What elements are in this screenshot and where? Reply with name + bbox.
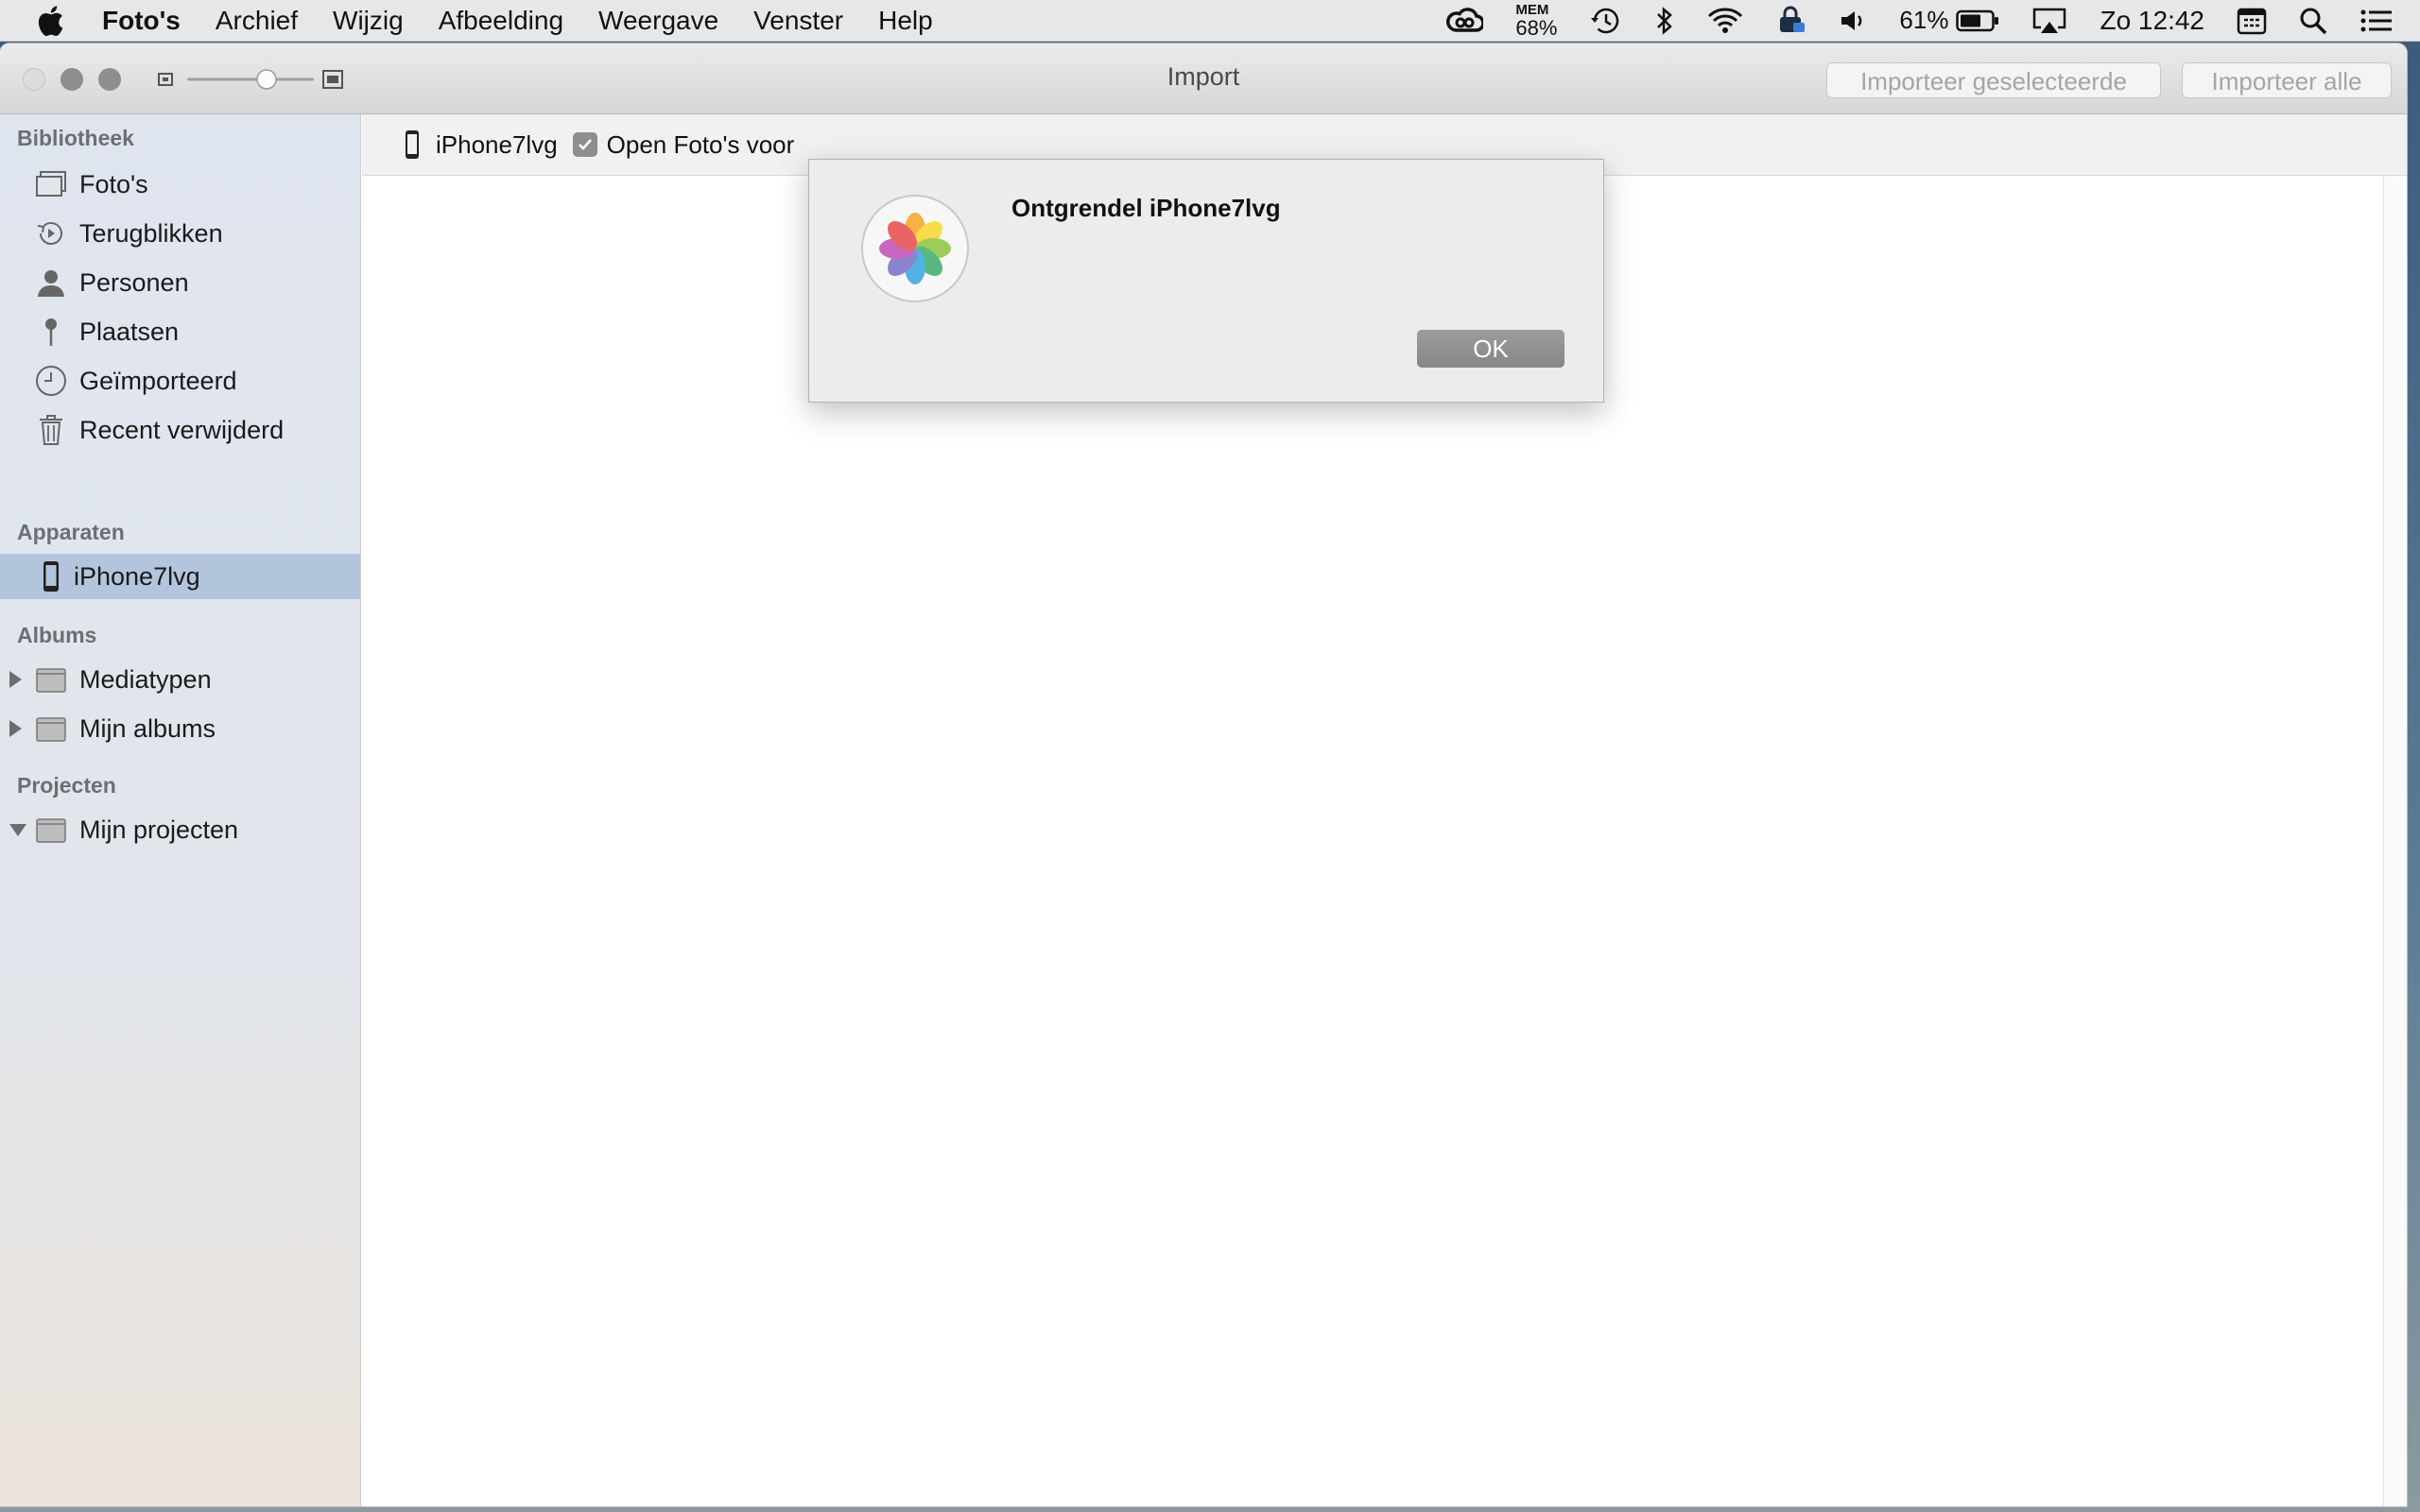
airplay-icon[interactable] [2031, 7, 2067, 35]
sidebar-item-label: Personen [79, 267, 189, 297]
sidebar-header-library: Bibliotheek [17, 126, 134, 150]
sidebar-item-places[interactable]: Plaatsen [0, 309, 360, 354]
sidebar: Bibliotheek Foto's Terugblikken Personen… [0, 114, 361, 1506]
sidebar-header-projects: Projecten [17, 773, 116, 798]
unlock-device-alert: Ontgrendel iPhone7lvg OK [808, 159, 1604, 403]
memory-status[interactable]: MEM 68% [1515, 2, 1558, 40]
creative-cloud-icon[interactable] [1445, 7, 1484, 34]
sidebar-item-label: Mijn projecten [79, 815, 239, 844]
menu-archief[interactable]: Archief [216, 6, 298, 36]
device-indicator: iPhone7lvg [404, 129, 558, 160]
clock-icon [34, 364, 68, 398]
sidebar-item-memories[interactable]: Terugblikken [0, 211, 360, 256]
vpn-lock-icon[interactable] [1776, 6, 1806, 36]
menu-afbeelding[interactable]: Afbeelding [439, 6, 563, 36]
device-name: iPhone7lvg [436, 129, 558, 159]
menu-app-photos[interactable]: Foto's [102, 6, 181, 36]
disclosure-triangle-icon[interactable] [9, 720, 22, 737]
sidebar-item-imported[interactable]: Geïmporteerd [0, 358, 360, 404]
sidebar-item-device-iphone[interactable]: iPhone7lvg [0, 554, 360, 599]
photos-icon [34, 167, 68, 201]
menu-clock[interactable]: Zo 12:42 [2100, 6, 2204, 36]
sidebar-item-recently-deleted[interactable]: Recent verwijderd [0, 407, 360, 453]
disclosure-triangle-icon[interactable] [9, 823, 26, 836]
iphone-icon [34, 559, 68, 593]
checkmark-icon [578, 139, 592, 150]
open-photos-label: Open Foto's voor [606, 129, 795, 159]
sidebar-item-label: Plaatsen [79, 317, 180, 346]
sidebar-header-albums: Albums [17, 623, 97, 647]
open-photos-checkbox[interactable] [572, 132, 597, 157]
notification-center-icon[interactable] [2360, 8, 2394, 34]
sidebar-item-media-types[interactable]: Mediatypen [0, 657, 360, 702]
sidebar-item-label: Geïmporteerd [79, 366, 237, 395]
apple-menu-icon[interactable] [36, 5, 72, 37]
menu-help[interactable]: Help [878, 6, 933, 36]
sidebar-item-label: Mijn albums [79, 713, 216, 743]
menu-bar: Foto's Archief Wijzig Afbeelding Weergav… [0, 0, 2420, 42]
sidebar-item-label: Terugblikken [79, 218, 223, 248]
sidebar-item-my-projects[interactable]: Mijn projecten [0, 807, 360, 852]
memories-icon [34, 216, 68, 250]
calendar-icon[interactable] [2237, 7, 2267, 35]
time-machine-icon[interactable] [1589, 6, 1623, 36]
sidebar-item-label: iPhone7lvg [74, 561, 200, 591]
photos-import-window: Import Importeer geselecteerde Importeer… [0, 43, 2407, 1506]
volume-icon[interactable] [1839, 8, 1867, 34]
sidebar-item-label: Mediatypen [79, 664, 212, 694]
folder-icon [34, 712, 68, 746]
vertical-scrollbar[interactable] [2383, 176, 2407, 1506]
import-selected-button[interactable]: Importeer geselecteerde [1826, 62, 2161, 98]
ok-button[interactable]: OK [1417, 330, 1564, 368]
alert-title: Ontgrendel iPhone7lvg [1011, 194, 1281, 222]
sidebar-header-devices: Apparaten [17, 520, 125, 544]
trash-icon [34, 413, 68, 447]
menu-weergave[interactable]: Weergave [598, 6, 718, 36]
memory-value: 68% [1515, 15, 1558, 40]
sidebar-item-label: Foto's [79, 169, 148, 198]
sidebar-item-my-albums[interactable]: Mijn albums [0, 706, 360, 751]
wifi-icon[interactable] [1706, 7, 1744, 35]
menu-wijzig[interactable]: Wijzig [333, 6, 404, 36]
window-toolbar: Import Importeer geselecteerde Importeer… [0, 43, 2407, 114]
map-pin-icon [34, 315, 68, 349]
sidebar-item-people[interactable]: Personen [0, 260, 360, 305]
status-area: MEM 68% 61% Zo 12:42 [1413, 0, 2420, 42]
disclosure-triangle-icon[interactable] [9, 671, 22, 688]
battery-percent: 61% [1899, 6, 1949, 34]
battery-icon [1956, 9, 1999, 31]
photos-app-icon [860, 194, 970, 303]
spotlight-search-icon[interactable] [2299, 7, 2327, 35]
folder-icon [34, 813, 68, 847]
bluetooth-icon[interactable] [1655, 6, 1674, 36]
menu-venster[interactable]: Venster [753, 6, 843, 36]
sidebar-item-label: Recent verwijderd [79, 415, 285, 444]
person-icon [34, 266, 68, 300]
iphone-icon [406, 130, 419, 159]
import-all-button[interactable]: Importeer alle [2182, 62, 2392, 98]
folder-icon [34, 662, 68, 696]
sidebar-item-photos[interactable]: Foto's [0, 162, 360, 207]
battery-status[interactable]: 61% [1899, 6, 1999, 35]
